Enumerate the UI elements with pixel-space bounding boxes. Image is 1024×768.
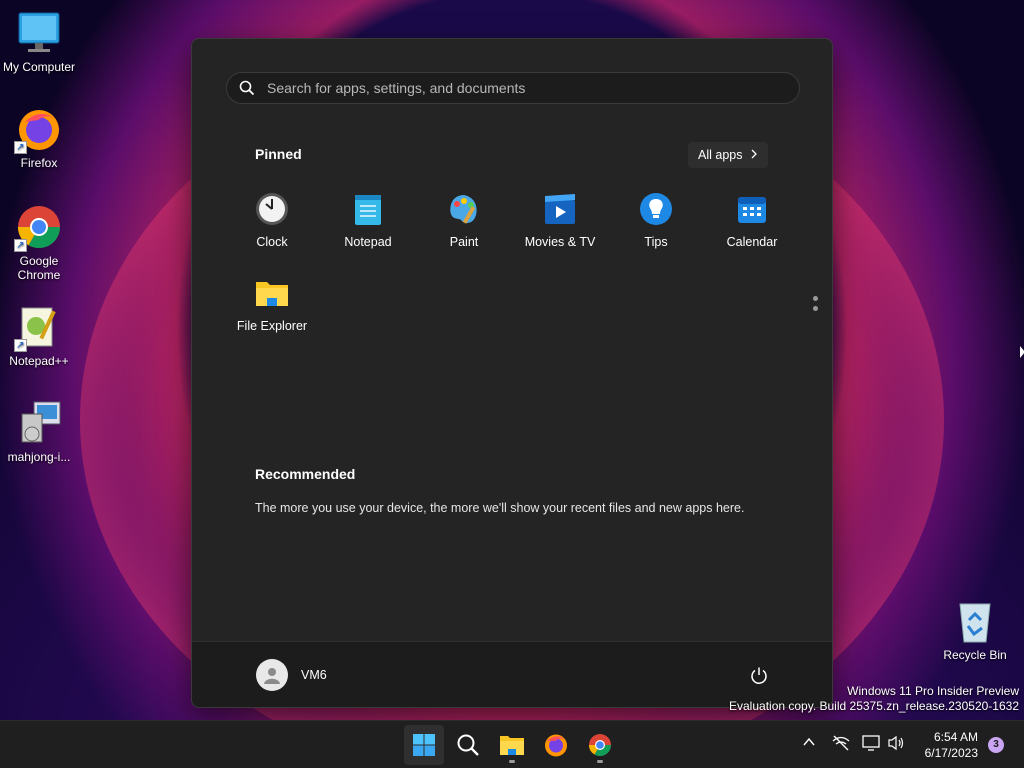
speaker-icon [888,735,904,751]
pinned-title: Pinned [255,146,302,162]
user-name: VM6 [301,668,327,682]
chevron-up-icon [803,737,815,746]
calendar-icon [734,191,770,227]
tips-icon [638,191,674,227]
installer-icon [16,400,62,446]
windows-logo-icon [413,734,435,756]
start-search-box[interactable] [226,72,800,104]
monitor-icon [862,735,880,751]
app-label: Notepad [344,235,392,249]
paint-icon [446,191,482,227]
chrome-icon: ↗ [14,204,62,252]
avatar-icon [256,659,288,691]
network-disconnected-icon [832,735,850,751]
movies-icon [542,191,578,227]
taskbar-file-explorer[interactable] [492,725,532,765]
all-apps-label: All apps [698,148,743,162]
user-account-button[interactable]: VM6 [256,659,327,691]
show-hidden-icons-button[interactable] [802,735,816,754]
firefox-icon [545,734,567,757]
shortcut-arrow-icon: ↗ [14,239,27,252]
pinned-app-notepad[interactable]: Notepad [320,189,416,251]
watermark-line2: Evaluation copy. Build 25375.zn_release.… [729,699,1019,713]
notepadpp-icon: ↗ [14,304,62,352]
app-label: Paint [449,235,479,249]
chevron-right-icon [750,148,758,162]
app-label: Tips [644,235,668,249]
taskbar-firefox[interactable] [536,725,576,765]
pinned-app-clock[interactable]: Clock [224,189,320,251]
folder-icon [254,275,290,311]
recycle-bin-icon [952,598,998,644]
desktop-icon-label: Google Chrome [17,254,61,282]
clock-time: 6:54 AM [933,730,978,744]
clock-date: 6/17/2023 [924,746,978,760]
search-icon [457,734,479,756]
firefox-icon: ↗ [14,106,62,154]
notepad-icon [350,191,386,227]
start-menu: Pinned All apps Clock Notepad Paint [191,38,833,708]
mouse-cursor [1020,346,1024,358]
app-label: File Explorer [236,319,308,333]
evaluation-watermark: Windows 11 Pro Insider Preview Evaluatio… [729,684,1019,714]
folder-icon [500,736,524,755]
desktop-icon-label: Recycle Bin [943,648,1007,662]
pinned-app-paint[interactable]: Paint [416,189,512,251]
shortcut-arrow-icon: ↗ [14,141,27,154]
taskbar-clock[interactable]: 6:54 AM 6/17/2023 [918,729,978,761]
pinned-app-tips[interactable]: Tips [608,189,704,251]
power-icon [751,667,767,684]
clock-icon [254,191,290,227]
monitor-icon [16,10,62,56]
taskbar-chrome[interactable] [580,725,620,765]
taskbar-search-button[interactable] [448,725,488,765]
app-label: Movies & TV [524,235,596,249]
pinned-apps-grid: Clock Notepad Paint Movies & TV Tips Cal… [224,189,800,335]
chrome-icon [589,734,611,756]
desktop-icon-my-computer[interactable]: My Computer [0,10,78,74]
desktop-icon-label: mahjong-i... [7,450,71,464]
display-button[interactable] [862,735,880,756]
running-indicator [597,760,603,763]
desktop-icon-label: Firefox [20,156,58,170]
page-indicator[interactable] [813,296,819,316]
desktop-icon-notepadpp[interactable]: ↗ Notepad++ [0,304,78,368]
desktop-icon-mahjong-installer[interactable]: mahjong-i... [0,400,78,464]
pinned-app-calendar[interactable]: Calendar [704,189,800,251]
desktop-icon-label: My Computer [2,60,76,74]
volume-button[interactable] [887,735,905,756]
network-status-button[interactable] [832,735,850,756]
running-indicator [509,760,515,763]
desktop-icon-chrome[interactable]: ↗ Google Chrome [0,204,78,282]
recommended-title: Recommended [255,466,356,482]
start-button[interactable] [404,725,444,765]
desktop-icon-recycle-bin[interactable]: Recycle Bin [936,598,1014,662]
shortcut-arrow-icon: ↗ [14,339,27,352]
taskbar: 6:54 AM 6/17/2023 3 [0,720,1024,768]
notification-badge[interactable]: 3 [988,737,1004,753]
app-label: Calendar [726,235,778,249]
search-input[interactable] [267,80,767,96]
desktop-icon-firefox[interactable]: ↗ Firefox [0,106,78,170]
search-icon [227,80,267,96]
pinned-app-file-explorer[interactable]: File Explorer [224,273,320,335]
recommended-empty-text: The more you use your device, the more w… [255,501,745,515]
desktop-icon-label: Notepad++ [9,354,69,368]
watermark-line1: Windows 11 Pro Insider Preview [847,684,1019,698]
all-apps-button[interactable]: All apps [688,142,769,168]
app-label: Clock [256,235,288,249]
pinned-app-movies-tv[interactable]: Movies & TV [512,189,608,251]
